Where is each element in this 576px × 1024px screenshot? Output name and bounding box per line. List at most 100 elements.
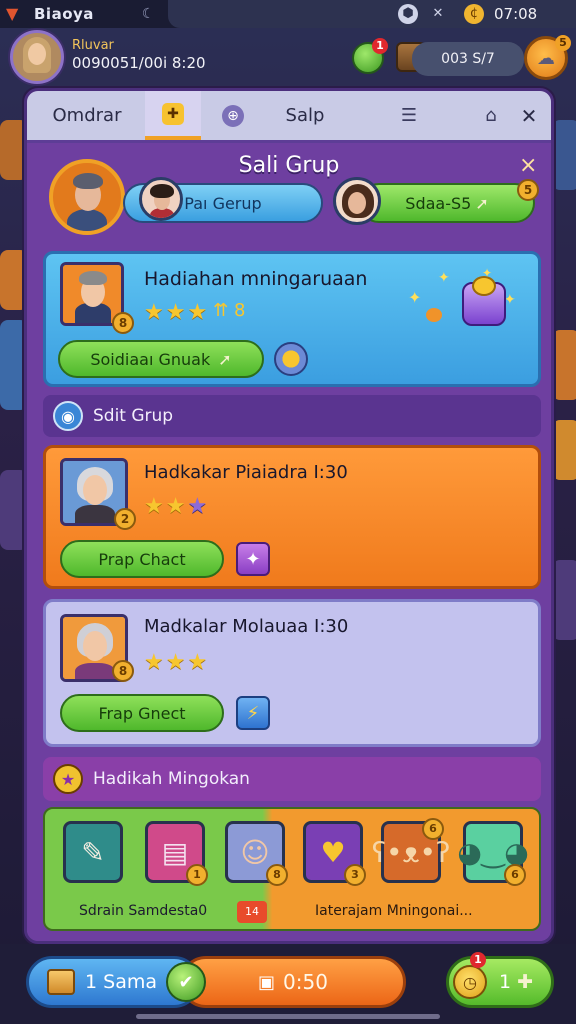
timer-button[interactable]: ▣ 0:50 <box>180 956 406 1008</box>
side-decor-right-4 <box>552 560 576 640</box>
notification-badge: 1 <box>372 38 388 54</box>
shop-item-book[interactable]: ▤ 1 <box>145 821 208 886</box>
status-bar: ▼ Biaoya ☾ ⬢ ✕ ¢ 07:08 <box>0 0 576 28</box>
clock-icon: ◷ <box>453 965 487 999</box>
star-icon: ★ <box>165 494 186 519</box>
star-icon: ★ <box>187 300 208 325</box>
bear-icon: ʕ•ᴥ•ʔ <box>371 835 451 869</box>
shop-item-bear[interactable]: ʕ•ᴥ•ʔ 6 <box>372 818 450 883</box>
player-header: Rluvar 0090051/00i 8:20 1 003 S/7 ☁ 5 <box>0 28 576 88</box>
card1-action-button[interactable]: Prap Chact <box>60 540 224 578</box>
player-name: Rluvar <box>72 38 114 53</box>
tab-globe[interactable]: ⊕ <box>205 91 261 140</box>
group-leader-avatar[interactable] <box>49 159 125 235</box>
tab-group[interactable]: ✚ <box>145 91 201 140</box>
reward-extra: ⇈ 8 <box>213 300 246 321</box>
arrow-icon: ➚ <box>218 349 232 369</box>
home-icon: ⌂ <box>485 105 497 126</box>
reward-title: Hadiahan mningaruaan <box>144 268 368 290</box>
tools-icon: ✕ <box>432 6 444 21</box>
group-card-1: 2 Hadkakar Piaiadra I:30 ★ ★ ★ Prap Chac… <box>43 445 541 589</box>
shop-item-bear-badge: 6 <box>422 818 444 840</box>
plus-icon: ✚ <box>517 971 534 993</box>
shop-item-slime-badge: 6 <box>504 864 526 886</box>
home-button[interactable]: ⌂ <box>473 91 509 140</box>
arrow-icon: ➚ <box>475 193 489 213</box>
shop-item-portrait-badge: 8 <box>266 864 288 886</box>
coin-icon: ¢ <box>464 4 484 24</box>
settings-button[interactable]: ☁ 5 <box>524 35 571 80</box>
card2-action-button[interactable]: Frap Gnect <box>60 694 224 732</box>
section-hadikah-mingokan: ★ Hadikah Mingokan <box>43 757 541 801</box>
side-decor-right-3 <box>552 420 576 480</box>
sheet-close-button[interactable]: × <box>519 153 537 178</box>
reward-stars: ★ ★ ★ ⇈ 8 <box>144 300 245 325</box>
shield-icon: ⬢ <box>398 4 418 24</box>
gift-icon: ▣ <box>258 971 276 993</box>
card2-title: Madkalar Molauaa I:30 <box>144 616 349 637</box>
settings-badge: 5 <box>555 35 571 51</box>
star-icon: ★ <box>144 650 164 675</box>
globe-icon: ⊕ <box>222 104 244 127</box>
group-card-2: 8 Madkalar Molauaa I:30 ★ ★ ★ Frap Gnect… <box>43 599 541 747</box>
group-panel: Omdrar ✚ ⊕ Salp ☰ ⌂ ✕ Sali Grup × Paı Ge… <box>24 88 554 944</box>
shop-label-right: Iaterajam Mningonai... <box>315 903 473 919</box>
shop-item-scroll[interactable]: ✎ <box>63 821 123 883</box>
reward-card: 8 Hadiahan mningaruaan ★ ★ ★ ⇈ 8 ✦ ✦ ✦ ✦… <box>43 251 541 387</box>
section-title-2: Hadikah Mingokan <box>93 769 250 789</box>
card1-action-label: Prap Chact <box>98 549 186 569</box>
home-indicator <box>136 1014 440 1019</box>
group-bar-right-label: Sdaa-S5 <box>405 193 472 213</box>
confirm-button[interactable]: ✔ <box>166 962 206 1002</box>
tab-salp-label: Salp <box>285 105 325 126</box>
player-subtitle: 0090051/00i 8:20 <box>72 54 206 72</box>
summon-label: 1 Sama <box>85 971 157 993</box>
book-icon: ▤ <box>161 835 189 869</box>
list-icon: ☰ <box>400 105 418 126</box>
card2-stars: ★ ★ ★ <box>144 650 207 675</box>
member-avatar-2[interactable] <box>333 177 381 225</box>
star-icon: ★ <box>165 650 186 675</box>
energy-label: 1 <box>499 971 512 993</box>
ring-reward-button[interactable] <box>274 342 308 376</box>
star-empty-icon: ★ <box>187 494 208 519</box>
shop-item-gold-heart-badge: 3 <box>344 864 366 886</box>
moon-icon: ☾ <box>141 6 155 22</box>
tab-list[interactable]: ☰ <box>387 91 431 140</box>
card1-title: Hadkakar Piaiadra I:30 <box>144 462 348 483</box>
section-title-1: Sdit Grup <box>93 406 174 426</box>
coin-balance-value: 003 S/7 <box>441 51 495 67</box>
tab-salp[interactable]: Salp <box>273 91 337 140</box>
group-sheet: Sali Grup × Paı Gerup Sdaa-S5 ➚ 5 8 Hadi… <box>27 143 551 941</box>
card2-boost-button[interactable]: ⚡ <box>236 696 270 730</box>
group-bar-right[interactable]: Sdaa-S5 ➚ <box>359 183 535 223</box>
messages-button[interactable]: 1 <box>352 38 388 74</box>
shop-item-gold-heart[interactable]: ♥ 3 <box>303 821 366 886</box>
shop-item-slime[interactable]: ◕‿◕ 6 <box>457 821 529 886</box>
portrait-icon: ☺ <box>240 835 270 869</box>
member-avatar-1[interactable] <box>139 177 183 221</box>
panel-close-button[interactable]: ✕ <box>511 91 547 140</box>
tab-bar: Omdrar ✚ ⊕ Salp ☰ ⌂ ✕ <box>27 91 551 143</box>
bottom-action-bar: ▣ 0:50 1 Sama ✔ ◷ 1 ✚ 1 <box>0 944 576 1024</box>
status-pill: ⬢ ✕ ¢ 07:08 <box>168 0 576 28</box>
star-icon: ★ <box>144 300 164 325</box>
shop-item-book-badge: 1 <box>186 864 208 886</box>
cloud-icon: ☁ <box>537 47 555 69</box>
reward-claim-button[interactable]: Soidiaaı Gnuak ➚ <box>58 340 264 378</box>
reward-claim-label: Soidiaaı Gnuak <box>90 349 211 369</box>
gem-reward-icon: ✦ ✦ ✦ ✦ <box>408 266 528 334</box>
tab-omdrar[interactable]: Omdrar <box>35 91 139 140</box>
coin-balance: 003 S/7 <box>412 42 524 76</box>
tab-omdrar-label: Omdrar <box>52 105 122 126</box>
card2-action-label: Frap Gnect <box>98 703 186 723</box>
star-icon: ★ <box>144 494 164 519</box>
card1-boost-button[interactable]: ✦ <box>236 542 270 576</box>
energy-button[interactable]: ◷ 1 ✚ <box>446 956 554 1008</box>
shop-label-mid: 14 <box>237 901 267 923</box>
reward-shop-strip: ✎ ▤ 1 ☺ 8 ♥ 3 ʕ•ᴥ•ʔ 6 ◕‿◕ 6 Sdrain Samde… <box>43 807 541 931</box>
shop-item-portrait[interactable]: ☺ 8 <box>225 821 288 886</box>
player-avatar[interactable] <box>10 30 64 84</box>
gold-heart-icon: ♥ <box>320 835 346 869</box>
card1-stars: ★ ★ ★ <box>144 494 207 519</box>
